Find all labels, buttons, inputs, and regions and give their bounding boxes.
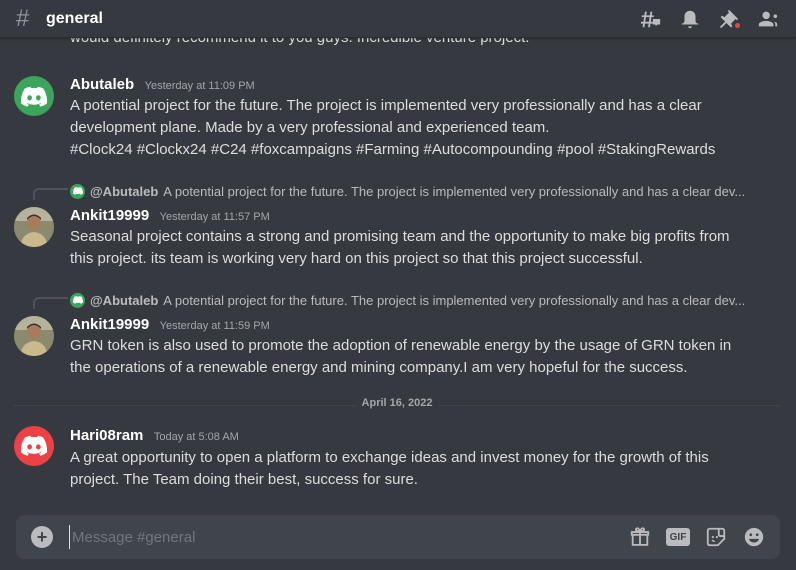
reply-text: A potential project for the future. The … bbox=[163, 292, 746, 308]
message-input[interactable] bbox=[69, 525, 609, 549]
timestamp: Today at 5:08 AM bbox=[153, 431, 239, 443]
timestamp: Yesterday at 11:59 PM bbox=[159, 320, 270, 332]
reply-connector bbox=[33, 188, 68, 200]
date-divider-label: April 16, 2022 bbox=[355, 397, 439, 409]
avatar[interactable] bbox=[14, 316, 54, 356]
sticker-icon[interactable] bbox=[704, 525, 728, 549]
message-content: A potential project for the future. The … bbox=[70, 95, 770, 161]
message-line: Seasonal project contains a strong and p… bbox=[70, 228, 730, 245]
author-name[interactable]: Abutaleb bbox=[70, 76, 134, 93]
reply-avatar bbox=[70, 292, 85, 308]
composer-toolbar: GIF bbox=[628, 515, 780, 559]
message-content: GRN token is also used to promote the ad… bbox=[70, 335, 770, 379]
message-header: Ankit19999 Yesterday at 11:59 PM bbox=[70, 316, 270, 334]
message-line: development plane. Made by a very profes… bbox=[70, 119, 550, 136]
header-toolbar bbox=[640, 0, 796, 38]
avatar[interactable] bbox=[14, 426, 54, 466]
hashtag-icon: # bbox=[16, 4, 30, 32]
members-icon[interactable] bbox=[757, 8, 779, 30]
date-divider: April 16, 2022 bbox=[14, 397, 780, 409]
upload-plus-button[interactable]: + bbox=[31, 526, 53, 548]
message-line: this project. its team is working very h… bbox=[70, 250, 643, 267]
avatar[interactable] bbox=[14, 76, 54, 116]
discord-logo-icon bbox=[21, 435, 47, 456]
author-name[interactable]: Hari08ram bbox=[70, 427, 143, 444]
message-content: A great opportunity to open a platform t… bbox=[70, 447, 770, 491]
reply-connector bbox=[33, 297, 68, 309]
message-content: Seasonal project contains a strong and p… bbox=[70, 226, 770, 270]
message-line: GRN token is also used to promote the ad… bbox=[70, 337, 732, 354]
reply-author[interactable]: @Abutaleb bbox=[90, 293, 158, 308]
user-photo-icon bbox=[14, 316, 54, 356]
message-list: would definitely recommend it to you guy… bbox=[0, 38, 796, 510]
reply-text: A potential project for the future. The … bbox=[163, 183, 746, 199]
gif-button[interactable]: GIF bbox=[666, 525, 690, 549]
discord-logo-icon bbox=[72, 187, 83, 195]
reply-avatar bbox=[70, 183, 85, 199]
message-line: A potential project for the future. The … bbox=[70, 97, 702, 114]
discord-logo-icon bbox=[21, 86, 47, 107]
timestamp: Yesterday at 11:09 PM bbox=[144, 80, 255, 92]
timestamp: Yesterday at 11:57 PM bbox=[159, 211, 270, 223]
emoji-icon[interactable] bbox=[742, 525, 766, 549]
reply-preview[interactable]: @Abutaleb A potential project for the fu… bbox=[70, 182, 745, 200]
threads-icon[interactable] bbox=[640, 8, 662, 30]
message-header: Ankit19999 Yesterday at 11:57 PM bbox=[70, 207, 270, 225]
message-line: #Clock24 #Clockx24 #C24 #foxcampaigns #F… bbox=[70, 141, 716, 158]
gif-icon: GIF bbox=[666, 528, 690, 546]
channel-name: general bbox=[46, 9, 103, 27]
truncated-message-text: would definitely recommend it to you guy… bbox=[70, 38, 529, 46]
gift-icon[interactable] bbox=[628, 525, 652, 549]
message-header: Hari08ram Today at 5:08 AM bbox=[70, 427, 239, 445]
author-name[interactable]: Ankit19999 bbox=[70, 316, 149, 333]
avatar[interactable] bbox=[14, 207, 54, 247]
reply-preview[interactable]: @Abutaleb A potential project for the fu… bbox=[70, 291, 745, 309]
channel-header: # general bbox=[0, 0, 796, 38]
message-line: project. The Team doing their best, succ… bbox=[70, 471, 418, 488]
message-line: the operations of a renewable energy and… bbox=[70, 359, 688, 376]
pin-icon[interactable] bbox=[718, 8, 742, 30]
user-photo-icon bbox=[14, 207, 54, 247]
message-composer: + GIF bbox=[16, 515, 780, 559]
notification-dot bbox=[733, 21, 742, 30]
discord-logo-icon bbox=[72, 296, 83, 304]
reply-author[interactable]: @Abutaleb bbox=[90, 184, 158, 199]
bell-icon[interactable] bbox=[679, 8, 701, 30]
message-header: Abutaleb Yesterday at 11:09 PM bbox=[70, 76, 255, 94]
message-line: A great opportunity to open a platform t… bbox=[70, 449, 709, 466]
author-name[interactable]: Ankit19999 bbox=[70, 207, 149, 224]
